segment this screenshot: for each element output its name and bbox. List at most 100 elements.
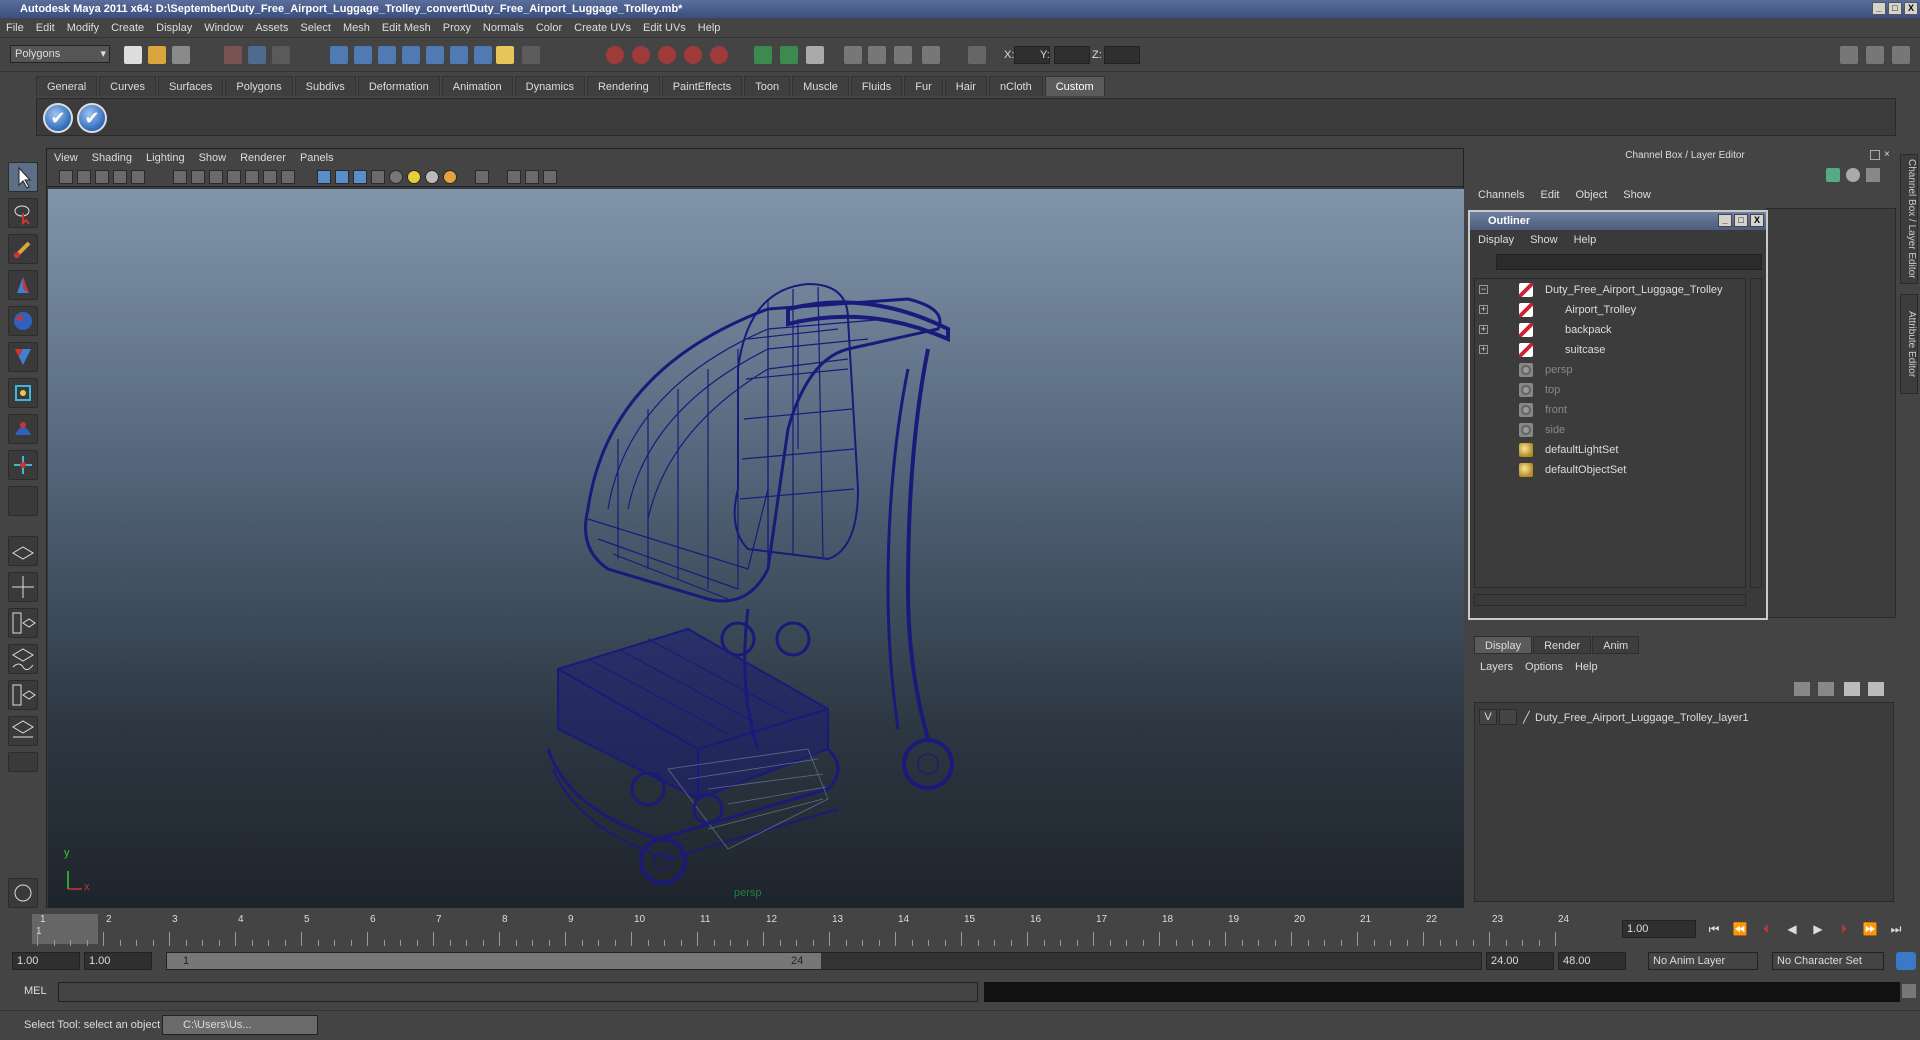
render-current-frame-icon[interactable] [844, 46, 862, 64]
marking-menu-icon[interactable] [8, 878, 38, 908]
snap-grid-icon[interactable] [606, 46, 624, 64]
make-live-icon[interactable] [710, 46, 728, 64]
character-set-dropdown[interactable]: No Character Set [1772, 952, 1884, 970]
output-ops-icon[interactable] [780, 46, 798, 64]
menu-file[interactable]: File [0, 18, 30, 38]
outliner-item[interactable]: persp [1475, 361, 1745, 379]
outliner-item[interactable]: defaultLightSet [1475, 441, 1745, 459]
move-layer-up-icon[interactable] [1794, 682, 1810, 696]
layout-options-icon[interactable] [8, 752, 38, 772]
safe-action-icon[interactable] [263, 170, 277, 184]
select-by-hierarchy-icon[interactable] [224, 46, 242, 64]
script-editor-icon[interactable] [1902, 984, 1916, 998]
perspective-viewport[interactable]: y x persp [48, 189, 1464, 907]
layer-visibility-toggle[interactable]: V [1479, 709, 1497, 725]
shelf-tab-toon[interactable]: Toon [744, 76, 791, 96]
select-joint-icon[interactable] [354, 46, 372, 64]
play-forwards-icon[interactable]: ▶ [1810, 922, 1826, 936]
minimize-button[interactable]: _ [1872, 2, 1886, 15]
toggle-channel-box-icon[interactable] [1892, 46, 1910, 64]
outliner-menu-display[interactable]: Display [1470, 230, 1522, 250]
menu-select[interactable]: Select [294, 18, 337, 38]
persp-graph-hypergraph-layout-icon[interactable] [8, 716, 38, 746]
bookmarks-icon[interactable] [95, 170, 109, 184]
animation-end-field[interactable]: 48.00 [1558, 952, 1626, 970]
panel-float-icon[interactable] [1870, 150, 1880, 160]
two-d-pan-zoom-icon[interactable] [131, 170, 145, 184]
use-all-lights-icon[interactable] [407, 170, 421, 184]
menu-assets[interactable]: Assets [249, 18, 294, 38]
menu-normals[interactable]: Normals [477, 18, 530, 38]
z-coord-field[interactable] [1104, 46, 1140, 64]
toggle-attribute-editor-icon[interactable] [1840, 46, 1858, 64]
toggle-tool-settings-icon[interactable] [1866, 46, 1884, 64]
highlight-selection-icon[interactable] [522, 46, 540, 64]
menu-create-uvs[interactable]: Create UVs [568, 18, 637, 38]
cb-menu-channels[interactable]: Channels [1470, 186, 1532, 204]
outliner-menu-show[interactable]: Show [1522, 230, 1566, 250]
layer-type-toggle[interactable] [1499, 709, 1517, 725]
shelf-tab-painteffects[interactable]: PaintEffects [661, 76, 743, 96]
transform-mode-icon[interactable] [968, 46, 986, 64]
shelf-tab-custom[interactable]: Custom [1044, 76, 1105, 96]
taskbar-window-button[interactable]: C:\Users\Us... [162, 1015, 318, 1035]
outliner-close-button[interactable]: X [1750, 214, 1764, 227]
viewport-menu-renderer[interactable]: Renderer [233, 149, 293, 167]
shelf-tab-fur[interactable]: Fur [904, 76, 943, 96]
shelf-tab-curves[interactable]: Curves [99, 76, 156, 96]
show-manipulator-tool-icon[interactable] [8, 450, 38, 480]
paint-select-tool-icon[interactable] [8, 234, 38, 264]
snap-view-plane-icon[interactable] [684, 46, 702, 64]
shadows-icon[interactable] [425, 170, 439, 184]
channel-box-attr-icon[interactable] [1866, 168, 1880, 182]
auto-key-icon[interactable] [1896, 952, 1916, 970]
shelf-tab-surfaces[interactable]: Surfaces [157, 76, 224, 96]
field-chart-icon[interactable] [245, 170, 259, 184]
y-coord-field[interactable] [1054, 46, 1090, 64]
open-scene-icon[interactable] [148, 46, 166, 64]
cb-menu-edit[interactable]: Edit [1532, 186, 1567, 204]
custom-shelf-button-2[interactable]: ✔ [77, 103, 107, 133]
layer-menu-help[interactable]: Help [1569, 661, 1604, 673]
create-layer-from-selection-icon[interactable] [1868, 682, 1884, 696]
side-tab-attribute-editor[interactable]: Attribute Editor [1900, 294, 1918, 394]
select-by-component-icon[interactable] [272, 46, 290, 64]
viewport-menu-view[interactable]: View [47, 149, 85, 167]
film-gate-icon[interactable] [191, 170, 205, 184]
outliner-item[interactable]: front [1475, 401, 1745, 419]
textured-icon[interactable] [371, 170, 385, 184]
lasso-tool-icon[interactable] [8, 198, 38, 228]
select-by-object-icon[interactable] [248, 46, 266, 64]
range-slider-handle[interactable] [167, 953, 821, 969]
lock-selection-icon[interactable] [496, 46, 514, 64]
outliner-menu-help[interactable]: Help [1566, 230, 1605, 250]
persp-outliner-layout-icon[interactable] [8, 608, 38, 638]
xray-icon[interactable] [507, 170, 521, 184]
shelf-tab-ncloth[interactable]: nCloth [988, 76, 1043, 96]
select-camera-icon[interactable] [59, 170, 73, 184]
menu-create[interactable]: Create [105, 18, 150, 38]
shelf-tab-animation[interactable]: Animation [441, 76, 513, 96]
menu-display[interactable]: Display [150, 18, 198, 38]
backface-culling-icon[interactable] [543, 170, 557, 184]
outliner-item[interactable]: side [1475, 421, 1745, 439]
channel-box-layer-icon[interactable] [1846, 168, 1860, 182]
menu-proxy[interactable]: Proxy [437, 18, 477, 38]
resolution-gate-icon[interactable] [209, 170, 223, 184]
new-scene-icon[interactable] [124, 46, 142, 64]
outliner-item[interactable]: − Duty_Free_Airport_Luggage_Trolley [1475, 281, 1745, 299]
cb-menu-show[interactable]: Show [1615, 186, 1659, 204]
channel-box-display-icon[interactable] [1826, 168, 1840, 182]
outliner-horizontal-scrollbar[interactable] [1474, 594, 1746, 606]
shelf-tab-fluids[interactable]: Fluids [850, 76, 903, 96]
viewport-menu-shading[interactable]: Shading [85, 149, 139, 167]
time-slider[interactable]: 1 1 2 3 4 5 6 7 8 9 10 11 12 13 14 15 16 17 18 19 20 21 22 23 2… [12, 912, 1622, 946]
manipulator-tool-icon[interactable] [8, 378, 38, 408]
expand-icon[interactable]: + [1479, 325, 1488, 334]
use-default-lighting-icon[interactable] [389, 170, 403, 184]
isolate-select-icon[interactable] [475, 170, 489, 184]
go-to-start-icon[interactable]: ⏮ [1706, 922, 1722, 936]
outliner-item[interactable]: + backpack [1475, 321, 1745, 339]
wireframe-on-shaded-icon[interactable] [353, 170, 367, 184]
animation-start-field[interactable]: 1.00 [12, 952, 80, 970]
